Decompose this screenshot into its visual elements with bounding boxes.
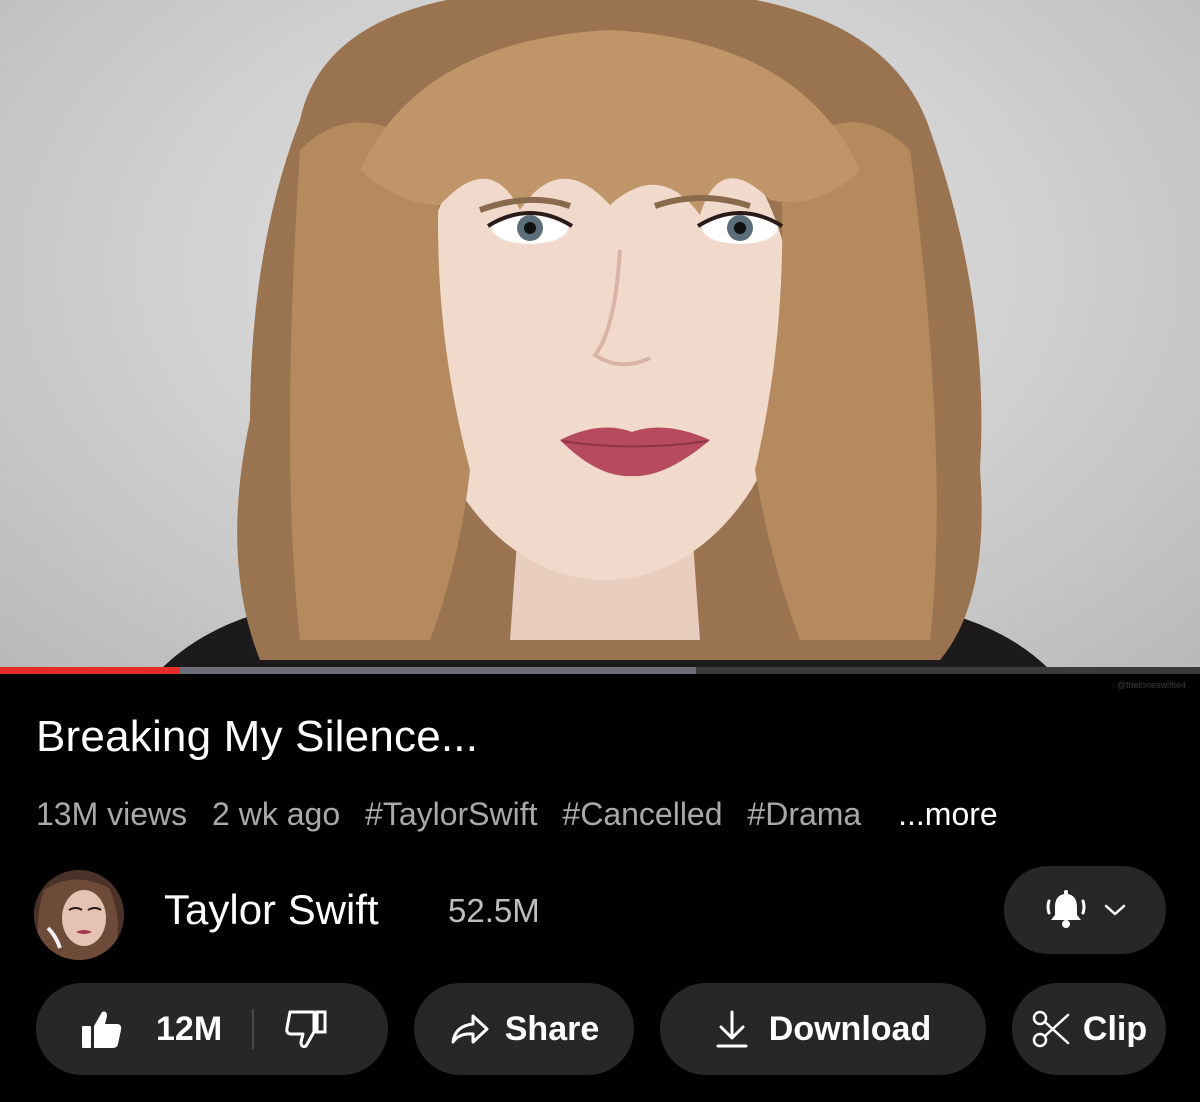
like-dislike-group: 12M — [36, 983, 388, 1075]
channel-row: Taylor Swift 52.5M — [34, 866, 1166, 960]
view-count: 13M views — [36, 796, 188, 832]
thumbs-up-icon — [80, 1008, 124, 1050]
video-title[interactable]: Breaking My Silence... — [36, 712, 478, 762]
hashtag[interactable]: #TaylorSwift — [365, 796, 538, 832]
dislike-button[interactable] — [284, 1008, 328, 1050]
video-meta[interactable]: 13M views 2 wk ago #TaylorSwift #Cancell… — [36, 796, 1014, 833]
thumbs-down-icon — [284, 1008, 328, 1050]
hashtag[interactable]: #Drama — [747, 796, 861, 832]
hashtag[interactable]: #Cancelled — [562, 796, 722, 832]
chevron-down-icon — [1103, 902, 1127, 918]
more-link[interactable]: ...more — [898, 796, 998, 832]
download-label: Download — [768, 1009, 932, 1048]
watermark: @thetoneswiftie4 — [1116, 680, 1186, 690]
video-player[interactable] — [0, 0, 1200, 670]
progress-played — [0, 667, 180, 674]
action-bar: 12M Share Download Clip — [36, 983, 1166, 1075]
clip-button[interactable]: Clip — [1012, 983, 1166, 1075]
channel-name[interactable]: Taylor Swift — [164, 886, 379, 934]
clip-label: Clip — [1082, 1009, 1148, 1048]
notification-bell-button[interactable] — [1004, 866, 1166, 954]
video-frame — [160, 0, 1050, 670]
like-button[interactable]: 12M — [36, 1008, 222, 1050]
download-icon — [715, 1009, 749, 1049]
channel-avatar[interactable] — [34, 870, 124, 960]
share-arrow-icon — [449, 1012, 491, 1046]
share-label: Share — [504, 1009, 600, 1048]
like-divider — [252, 1009, 255, 1049]
share-button[interactable]: Share — [414, 983, 634, 1075]
subscriber-count: 52.5M — [448, 892, 540, 929]
scissors-icon — [1031, 1009, 1071, 1049]
upload-age: 2 wk ago — [212, 796, 341, 832]
video-progress-bar[interactable] — [0, 667, 1200, 674]
bell-ringing-icon — [1043, 887, 1089, 933]
like-count: 12M — [156, 1009, 223, 1048]
download-button[interactable]: Download — [660, 983, 986, 1075]
